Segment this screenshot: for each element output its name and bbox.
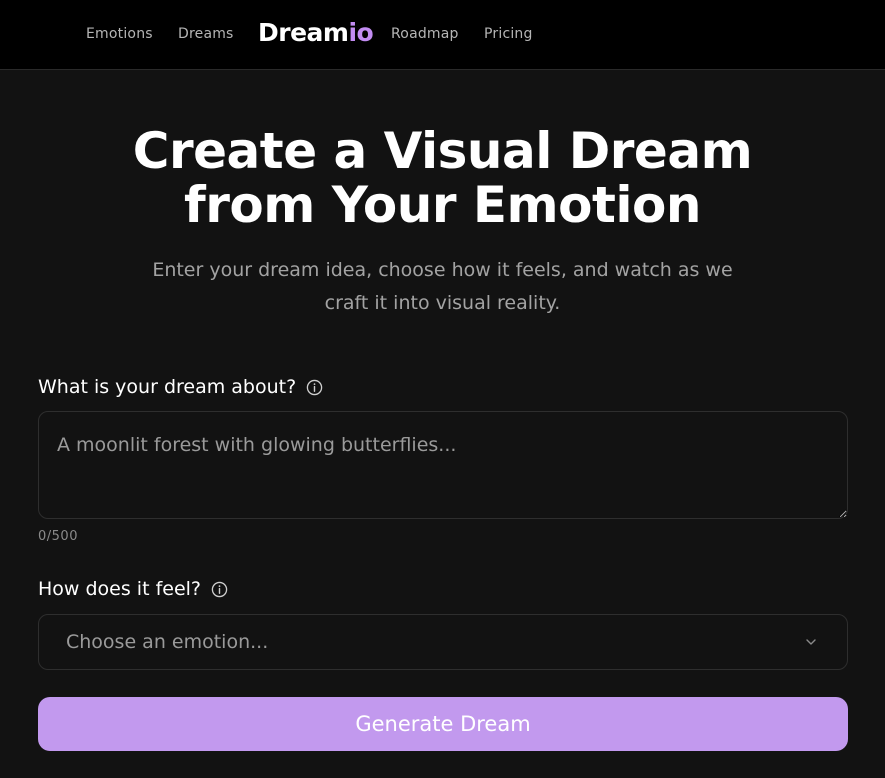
- dream-input[interactable]: [38, 411, 848, 519]
- emotion-select[interactable]: Choose an emotion...: [38, 614, 848, 670]
- nav-link-pricing[interactable]: Pricing: [484, 26, 533, 42]
- page-title-line-1: Create a Visual Dream: [132, 122, 753, 180]
- page-subtitle: Enter your dream idea, choose how it fee…: [152, 259, 733, 314]
- nav-link-roadmap[interactable]: Roadmap: [391, 26, 459, 42]
- navbar: Emotions Dreams Dreamio Roadmap Pricing: [0, 0, 885, 70]
- dream-label-text: What is your dream about?: [38, 376, 297, 398]
- emotion-select-placeholder: Choose an emotion...: [66, 631, 269, 653]
- emotion-label: How does it feel?: [38, 578, 228, 600]
- char-count: 0/500: [38, 529, 78, 544]
- logo-accent: io: [348, 18, 374, 47]
- chevron-down-icon: [806, 639, 816, 645]
- emotion-label-text: How does it feel?: [38, 578, 202, 600]
- logo[interactable]: Dreamio: [258, 18, 374, 47]
- nav-link-dreams[interactable]: Dreams: [178, 26, 234, 42]
- dream-label: What is your dream about?: [38, 376, 323, 398]
- info-icon[interactable]: [211, 581, 228, 598]
- page-title: Create a Visual Dream from Your Emotion: [0, 124, 885, 232]
- logo-main: Dream: [258, 18, 349, 47]
- generate-dream-button[interactable]: Generate Dream: [38, 697, 848, 751]
- page-title-line-2: from Your Emotion: [184, 176, 702, 234]
- nav-link-emotions[interactable]: Emotions: [86, 26, 153, 42]
- info-icon[interactable]: [306, 379, 323, 396]
